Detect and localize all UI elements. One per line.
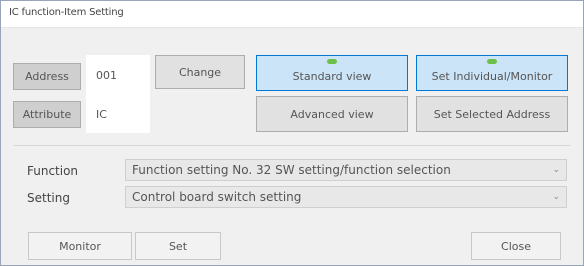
address-button-label: Address (25, 70, 69, 83)
attribute-value: IC (86, 95, 150, 133)
title-bar: IC function-Item Setting (1, 1, 583, 28)
address-button[interactable]: Address (13, 63, 81, 90)
set-selected-address-button[interactable]: Set Selected Address (416, 96, 568, 132)
set-button[interactable]: Set (135, 232, 221, 260)
status-led-icon (487, 59, 497, 64)
function-label: Function (27, 164, 79, 178)
chevron-down-icon: ⌄ (552, 192, 560, 202)
attribute-button[interactable]: Attribute (13, 101, 81, 128)
setting-label: Setting (27, 191, 70, 205)
standard-view-label: Standard view (292, 69, 372, 83)
set-individual-monitor-label: Set Individual/Monitor (431, 69, 553, 83)
setting-select[interactable]: Control board switch setting ⌄ (125, 186, 567, 208)
close-button[interactable]: Close (471, 232, 561, 260)
chevron-down-icon: ⌄ (552, 165, 560, 175)
function-select[interactable]: Function setting No. 32 SW setting/funct… (125, 159, 567, 181)
window-title: IC function-Item Setting (9, 7, 124, 18)
attribute-button-label: Attribute (22, 108, 72, 121)
set-individual-monitor-button[interactable]: Set Individual/Monitor (416, 55, 568, 91)
change-button-label: Change (178, 65, 222, 79)
monitor-button-label: Monitor (59, 239, 101, 253)
attribute-value-text: IC (96, 107, 107, 121)
close-button-label: Close (501, 239, 531, 253)
function-select-value: Function setting No. 32 SW setting/funct… (132, 163, 451, 177)
set-selected-address-label: Set Selected Address (433, 107, 551, 121)
change-button[interactable]: Change (155, 55, 245, 89)
monitor-button[interactable]: Monitor (28, 232, 132, 260)
dialog-window: IC function-Item Setting Address 001 Cha… (0, 0, 584, 266)
set-button-label: Set (168, 239, 188, 253)
address-value: 001 (86, 55, 150, 95)
section-divider (14, 145, 570, 146)
address-value-text: 001 (96, 68, 117, 82)
advanced-view-button[interactable]: Advanced view (256, 96, 408, 132)
standard-view-button[interactable]: Standard view (256, 55, 408, 91)
setting-select-value: Control board switch setting (132, 190, 302, 204)
advanced-view-label: Advanced view (290, 107, 374, 121)
status-led-icon (327, 59, 337, 64)
